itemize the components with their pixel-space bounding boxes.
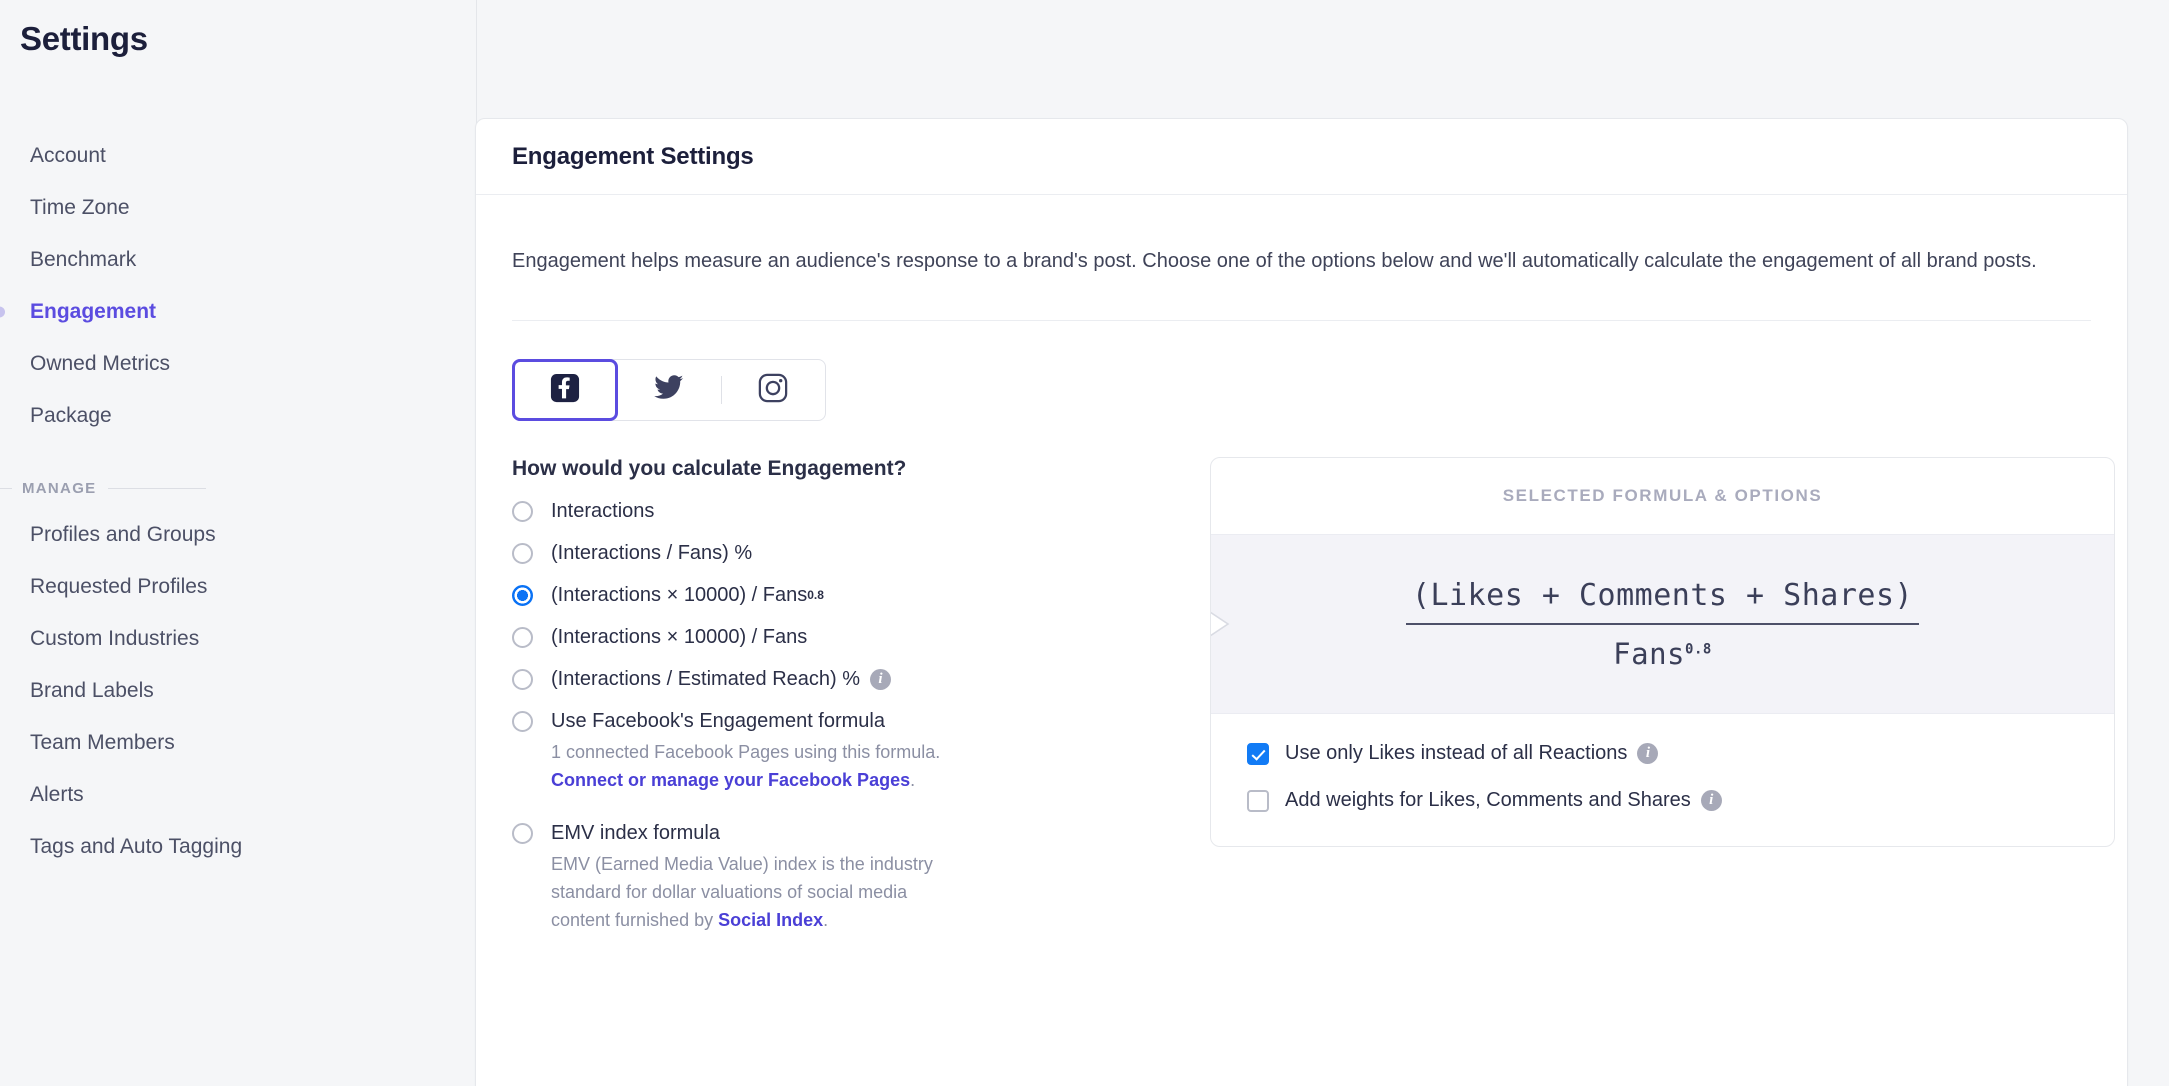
option-block-emv-formula: EMV index formula EMV (Earned Media Valu… xyxy=(512,821,1122,935)
emv-formula-description: EMV (Earned Media Value) index is the in… xyxy=(551,853,933,930)
social-index-link[interactable]: Social Index xyxy=(718,910,823,930)
card-title: Engagement Settings xyxy=(512,142,754,170)
engagement-formula: (Likes + Comments + Shares) Fans0.8 xyxy=(1405,578,1920,671)
option-label: Use Facebook's Engagement formula xyxy=(551,710,885,732)
option-interactions-x10000-over-fans[interactable]: (Interactions × 10000) / Fans xyxy=(512,625,1122,649)
sidebar-item-owned-metrics[interactable]: Owned Metrics xyxy=(0,338,476,390)
card-body: Engagement helps measure an audience's r… xyxy=(476,195,2127,960)
option-label: (Interactions × 10000) / Fans xyxy=(551,626,808,648)
info-icon[interactable]: i xyxy=(1700,790,1722,811)
section-rule-left xyxy=(0,488,12,489)
radio-interactions-over-fans-pct[interactable] xyxy=(512,543,533,564)
sidebar-item-engagement[interactable]: Engagement xyxy=(0,286,476,338)
sidebar-section-manage: MANAGE xyxy=(0,480,476,497)
option-interactions[interactable]: Interactions xyxy=(512,499,1122,523)
option-label: (Interactions / Estimated Reach) % i xyxy=(551,667,892,691)
tab-twitter[interactable] xyxy=(617,360,721,420)
connect-facebook-pages-link[interactable]: Connect or manage your Facebook Pages xyxy=(551,770,910,790)
option-label: (Interactions / Fans) % xyxy=(551,542,753,564)
radio-facebook-formula[interactable] xyxy=(512,711,533,732)
formula-denominator: Fans0.8 xyxy=(1613,636,1712,671)
twitter-icon xyxy=(654,374,684,406)
info-icon[interactable]: i xyxy=(870,668,892,690)
sidebar-item-team-members[interactable]: Team Members xyxy=(0,717,476,769)
formula-numerator: (Likes + Comments + Shares) xyxy=(1405,578,1920,625)
sidebar-item-requested-profiles[interactable]: Requested Profiles xyxy=(0,561,476,613)
settings-page: Settings Account Time Zone Benchmark Eng… xyxy=(0,0,2169,1086)
option-label: Interactions xyxy=(551,500,655,522)
option-interactions-x10000-over-fans-exp[interactable]: (Interactions × 10000) / Fans 0.8 xyxy=(512,583,1122,607)
formula-options-column: How would you calculate Engagement? Inte… xyxy=(512,457,1122,960)
section-divider xyxy=(512,320,2091,321)
sidebar: Settings Account Time Zone Benchmark Eng… xyxy=(0,0,477,1086)
sidebar-item-alerts[interactable]: Alerts xyxy=(0,769,476,821)
radio-interactions-over-estimated-reach[interactable] xyxy=(512,669,533,690)
sidebar-item-time-zone[interactable]: Time Zone xyxy=(0,182,476,234)
selected-formula-panel: SELECTED FORMULA & OPTIONS (Likes + Comm… xyxy=(1210,457,2115,847)
option-emv-formula[interactable]: EMV index formula xyxy=(512,821,1122,845)
pointer-notch-icon xyxy=(1211,602,1232,646)
sidebar-item-custom-industries[interactable]: Custom Industries xyxy=(0,613,476,665)
settings-columns: How would you calculate Engagement? Inte… xyxy=(512,457,2115,960)
formula-display: (Likes + Comments + Shares) Fans0.8 xyxy=(1211,534,2114,714)
network-tab-group xyxy=(512,359,826,421)
question-title: How would you calculate Engagement? xyxy=(512,457,907,480)
instagram-icon xyxy=(758,373,788,408)
page-title: Settings xyxy=(20,20,148,57)
option-label: EMV index formula xyxy=(551,821,720,844)
formula-denominator-superscript: 0.8 xyxy=(1685,640,1712,657)
section-rule-right xyxy=(108,488,206,489)
info-icon[interactable]: i xyxy=(1637,743,1659,764)
checkbox-use-only-likes[interactable] xyxy=(1247,742,1269,765)
sidebar-item-account[interactable]: Account xyxy=(0,130,476,182)
sidebar-item-tags-and-auto-tagging[interactable]: Tags and Auto Tagging xyxy=(0,821,476,873)
sidebar-item-profiles-and-groups[interactable]: Profiles and Groups xyxy=(0,509,476,561)
tab-instagram[interactable] xyxy=(721,360,825,420)
engagement-settings-card: Engagement Settings Engagement helps mea… xyxy=(475,118,2128,1086)
checkbox-label: Add weights for Likes, Comments and Shar… xyxy=(1285,789,1722,812)
checkbox-row-use-only-likes[interactable]: Use only Likes instead of all Reactions i xyxy=(1247,742,2078,765)
intro-text: Engagement helps measure an audience's r… xyxy=(512,250,2037,272)
sidebar-section-label: MANAGE xyxy=(22,480,97,497)
facebook-icon xyxy=(550,373,580,408)
radio-interactions-x10000-over-fans[interactable] xyxy=(512,627,533,648)
radio-emv-formula[interactable] xyxy=(512,822,533,844)
formula-checkbox-options: Use only Likes instead of all Reactions i… xyxy=(1211,714,2114,846)
checkbox-label: Use only Likes instead of all Reactions i xyxy=(1285,742,1659,765)
option-facebook-formula[interactable]: Use Facebook's Engagement formula xyxy=(512,709,1122,733)
facebook-formula-description: 1 connected Facebook Pages using this fo… xyxy=(551,742,941,790)
option-interactions-over-estimated-reach[interactable]: (Interactions / Estimated Reach) % i xyxy=(512,667,1122,691)
option-block-facebook-formula: Use Facebook's Engagement formula 1 conn… xyxy=(512,709,1122,795)
tab-facebook[interactable] xyxy=(512,359,618,421)
selected-formula-column: SELECTED FORMULA & OPTIONS (Likes + Comm… xyxy=(1122,457,2115,960)
sidebar-item-package[interactable]: Package xyxy=(0,390,476,442)
sidebar-item-benchmark[interactable]: Benchmark xyxy=(0,234,476,286)
card-header: Engagement Settings xyxy=(476,119,2127,195)
checkbox-add-weights[interactable] xyxy=(1247,789,1269,812)
option-interactions-over-fans-pct[interactable]: (Interactions / Fans) % xyxy=(512,541,1122,565)
sidebar-item-brand-labels[interactable]: Brand Labels xyxy=(0,665,476,717)
radio-interactions[interactable] xyxy=(512,501,533,522)
option-label: (Interactions × 10000) / Fans 0.8 xyxy=(551,584,824,606)
checkbox-row-add-weights[interactable]: Add weights for Likes, Comments and Shar… xyxy=(1247,789,2078,812)
sidebar-nav: Account Time Zone Benchmark Engagement O… xyxy=(0,130,476,873)
radio-interactions-x10000-over-fans-exp[interactable] xyxy=(512,585,533,606)
selected-formula-header: SELECTED FORMULA & OPTIONS xyxy=(1502,486,1823,505)
